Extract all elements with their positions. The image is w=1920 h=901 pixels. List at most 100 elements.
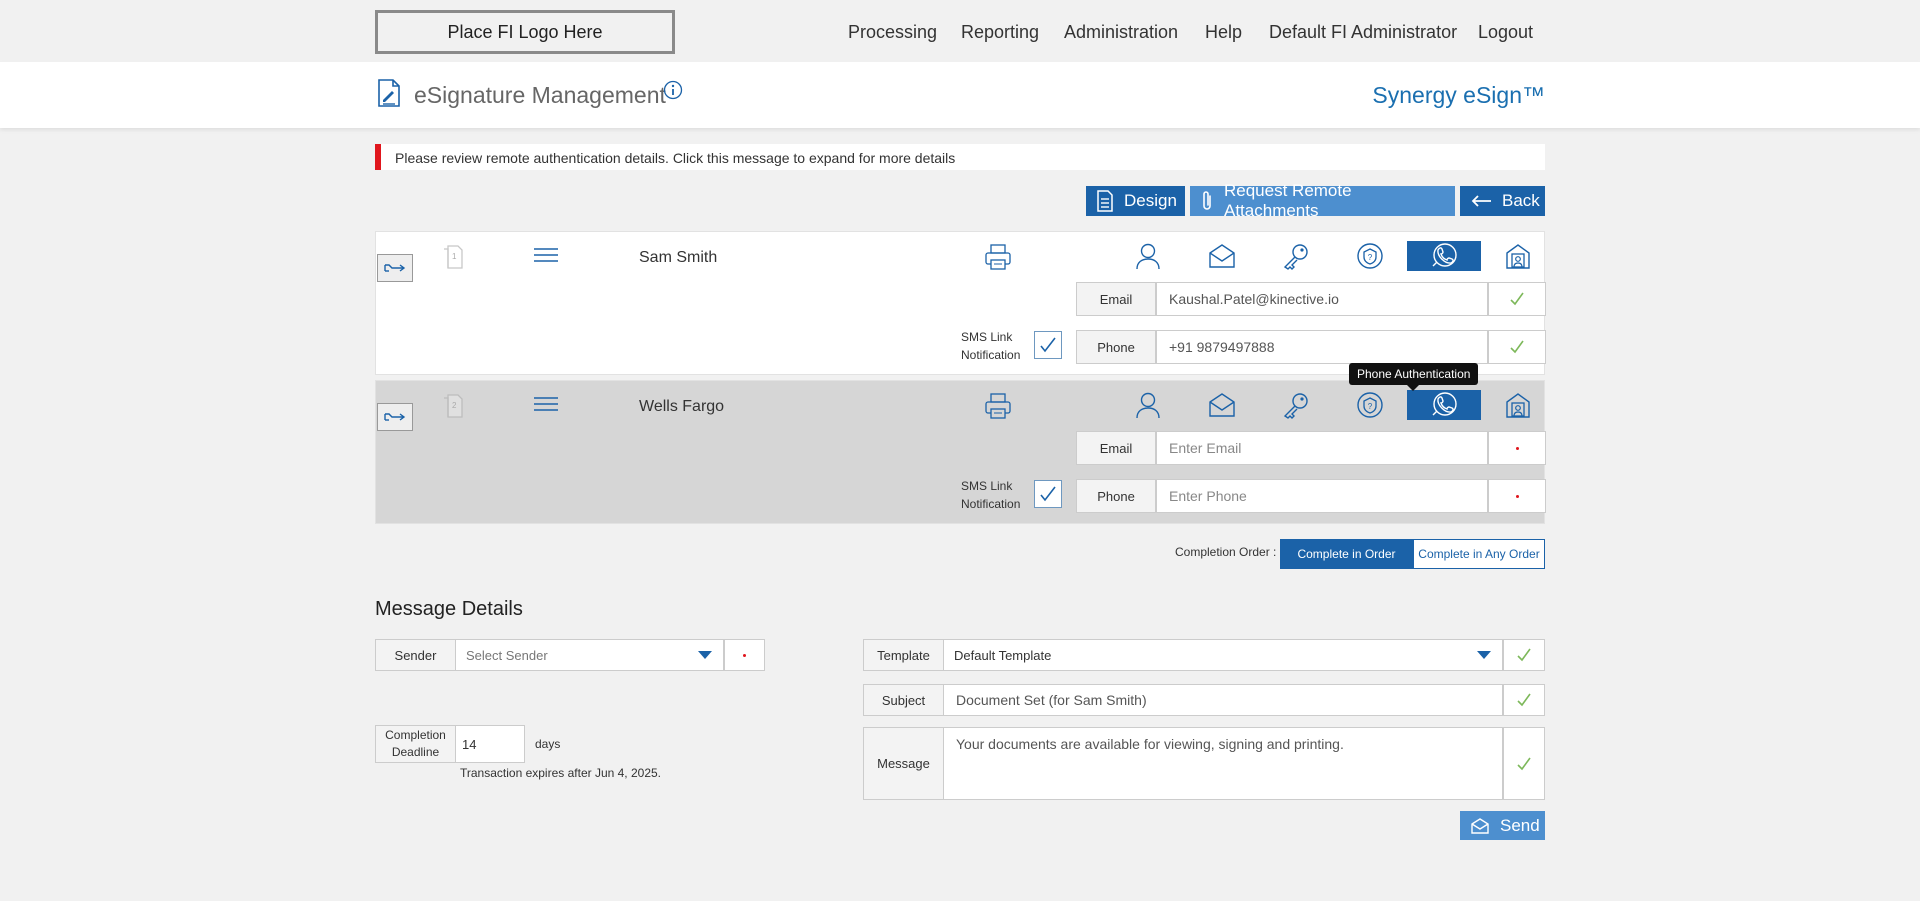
complete-in-any-order-option[interactable]: Complete in Any Order xyxy=(1413,539,1545,569)
svg-text:?: ? xyxy=(1368,253,1373,262)
sms-label-line-2: Notification xyxy=(961,497,1021,511)
info-icon[interactable] xyxy=(663,80,683,100)
completion-deadline-label-line-1: Completion xyxy=(385,728,446,742)
sms-label-line-1: SMS Link xyxy=(961,330,1013,344)
signer-card: 2 Wells Fargo ? Email SMS Link Notificat… xyxy=(375,380,1546,524)
signer-name: Wells Fargo xyxy=(639,398,725,415)
sms-label-line-2: Notification xyxy=(961,348,1021,362)
page-title: eSignature Management xyxy=(414,82,666,108)
nav-reporting[interactable]: Reporting xyxy=(961,22,1039,43)
chevron-down-icon xyxy=(697,650,713,660)
svg-text:?: ? xyxy=(1368,402,1373,411)
arrow-left-icon xyxy=(1470,194,1492,208)
in-person-authentication-icon[interactable] xyxy=(1481,241,1555,271)
message-textarea[interactable]: Your documents are available for viewing… xyxy=(943,727,1503,800)
envelope-icon xyxy=(1470,817,1490,835)
transaction-expiry-text: Transaction expires after Jun 4, 2025. xyxy=(460,766,661,780)
subject-label: Subject xyxy=(863,684,944,716)
email-label: Email xyxy=(1076,431,1156,465)
sender-required-indicator xyxy=(724,639,765,671)
completion-order-label: Completion Order : xyxy=(1175,545,1277,559)
subject-valid-check-icon xyxy=(1503,684,1545,716)
kba-authentication-icon[interactable]: ? xyxy=(1333,390,1407,420)
phone-input[interactable] xyxy=(1156,330,1488,364)
signer-order-number: 1 xyxy=(452,252,457,261)
phone-authentication-tooltip: Phone Authentication xyxy=(1349,363,1479,391)
brand-name: Synergy eSign™ xyxy=(1372,82,1545,108)
signer-authentication-icon[interactable] xyxy=(1111,390,1185,420)
phone-label: Phone xyxy=(1076,479,1156,513)
email-label: Email xyxy=(1076,282,1156,316)
email-input[interactable] xyxy=(1156,282,1488,316)
phone-label: Phone xyxy=(1076,330,1156,364)
signer-card: 1 Sam Smith ? Email SMS Link Notificatio… xyxy=(375,231,1546,375)
nav-processing[interactable]: Processing xyxy=(848,22,937,43)
email-valid-check-icon xyxy=(1488,282,1546,316)
remote-auth-alert[interactable]: Please review remote authentication deta… xyxy=(375,144,1545,170)
nav-logout[interactable]: Logout xyxy=(1478,22,1533,43)
key-authentication-icon[interactable] xyxy=(1259,241,1333,271)
phone-authentication-icon[interactable] xyxy=(1407,241,1481,271)
sms-link-notification-label: SMS Link Notification xyxy=(961,328,1020,364)
top-navigation-bar xyxy=(0,0,1920,62)
nav-administration[interactable]: Administration xyxy=(1064,22,1178,43)
menu-icon[interactable] xyxy=(532,246,560,266)
send-button[interactable]: Send xyxy=(1460,811,1545,840)
chevron-down-icon xyxy=(1476,650,1492,660)
deadline-unit: days xyxy=(535,737,561,751)
back-label: Back xyxy=(1502,191,1540,210)
signer-order-number: 2 xyxy=(452,401,457,410)
template-select[interactable]: Default Template xyxy=(943,639,1503,671)
reorder-handle-icon[interactable] xyxy=(377,254,413,282)
message-details-title: Message Details xyxy=(375,598,523,620)
completion-deadline-input[interactable] xyxy=(455,725,525,763)
email-authentication-icon[interactable] xyxy=(1185,241,1259,271)
request-remote-attachments-button[interactable]: Request Remote Attachments xyxy=(1190,181,1455,220)
email-input[interactable] xyxy=(1156,431,1488,465)
phone-input[interactable] xyxy=(1156,479,1488,513)
design-label: Design xyxy=(1124,191,1177,210)
message-label: Message xyxy=(863,727,944,800)
message-valid-check-icon xyxy=(1503,727,1545,800)
printer-icon[interactable] xyxy=(984,243,1012,271)
signer-authentication-icon[interactable] xyxy=(1111,241,1185,271)
sms-link-notification-checkbox[interactable] xyxy=(1034,331,1062,359)
phone-authentication-icon[interactable] xyxy=(1407,390,1481,420)
fi-logo: Place FI Logo Here xyxy=(375,10,675,54)
reorder-handle-icon[interactable] xyxy=(377,403,413,431)
completion-deadline-label: Completion Deadline xyxy=(375,725,456,763)
sms-label-line-1: SMS Link xyxy=(961,479,1013,493)
request-attachments-label: Request Remote Attachments xyxy=(1224,181,1352,220)
sms-link-notification-label: SMS Link Notification xyxy=(961,477,1020,513)
back-button[interactable]: Back xyxy=(1460,186,1545,216)
completion-deadline-label-line-2: Deadline xyxy=(391,745,440,759)
template-label: Template xyxy=(863,639,944,671)
printer-icon[interactable] xyxy=(984,392,1012,420)
nav-user-menu[interactable]: Default FI Administrator xyxy=(1269,22,1457,43)
template-valid-check-icon xyxy=(1503,639,1545,671)
signer-order-icon: 1 xyxy=(442,244,464,270)
send-label: Send xyxy=(1500,815,1540,835)
title-band xyxy=(0,62,1920,128)
document-list-icon xyxy=(1096,190,1114,212)
complete-in-order-option[interactable]: Complete in Order xyxy=(1280,539,1413,569)
design-button[interactable]: Design xyxy=(1086,186,1185,216)
paperclip-icon xyxy=(1200,190,1214,212)
sender-select[interactable]: Select Sender xyxy=(455,639,724,671)
document-signature-icon xyxy=(376,78,402,108)
subject-input[interactable] xyxy=(943,684,1503,716)
in-person-authentication-icon[interactable] xyxy=(1481,390,1555,420)
phone-valid-check-icon xyxy=(1488,330,1546,364)
phone-required-indicator xyxy=(1488,479,1546,513)
sms-link-notification-checkbox[interactable] xyxy=(1034,480,1062,508)
signer-name: Sam Smith xyxy=(639,249,718,266)
sender-select-value: Select Sender xyxy=(466,647,548,663)
signer-order-icon: 2 xyxy=(442,393,464,419)
email-required-indicator xyxy=(1488,431,1546,465)
email-authentication-icon[interactable] xyxy=(1185,390,1259,420)
key-authentication-icon[interactable] xyxy=(1259,390,1333,420)
nav-help[interactable]: Help xyxy=(1205,22,1242,43)
menu-icon[interactable] xyxy=(532,395,560,415)
template-select-value: Default Template xyxy=(954,647,1052,663)
kba-authentication-icon[interactable]: ? xyxy=(1333,241,1407,271)
